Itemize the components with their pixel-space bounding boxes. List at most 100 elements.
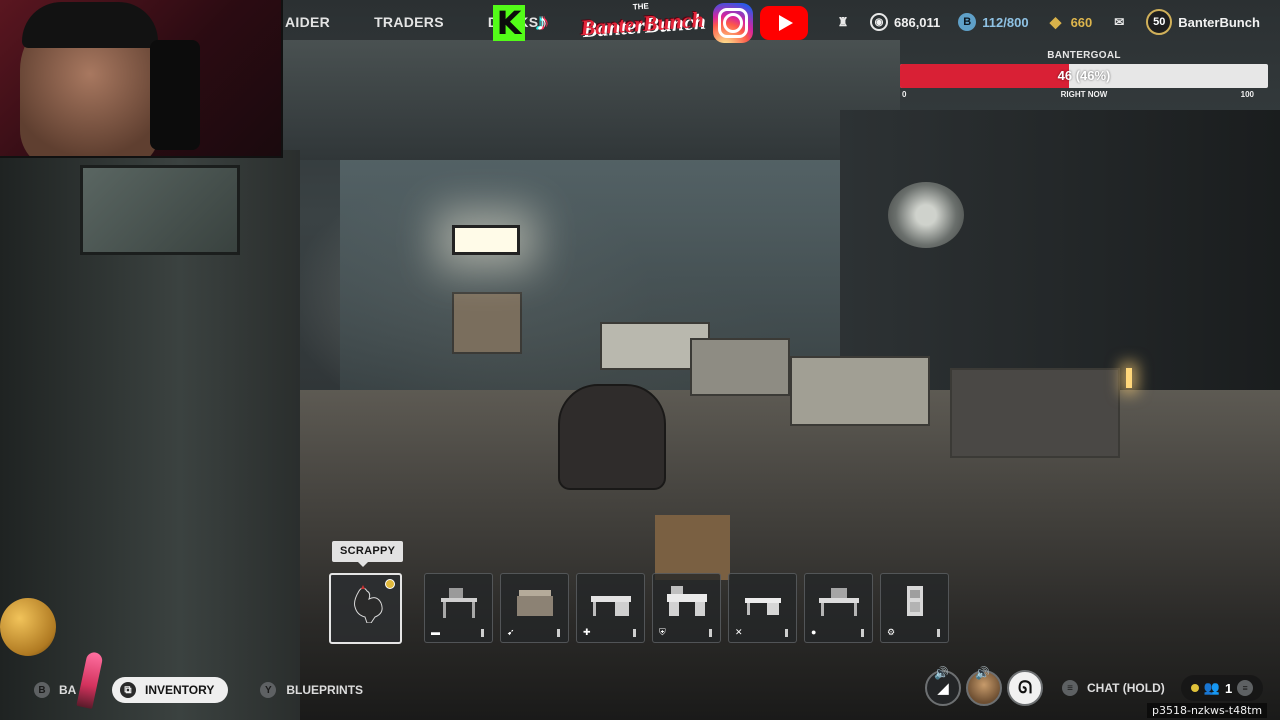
goal-value: 46 (46%)	[1057, 68, 1111, 83]
voice-player-1[interactable]: 🔊 ◢	[925, 666, 961, 706]
party-indicator[interactable]: 👥 1 ≡	[1180, 675, 1264, 701]
refiner-icon	[891, 582, 939, 622]
profile[interactable]: 50 BanterBunch	[1146, 9, 1260, 35]
chat-hold-button[interactable]: ≡ CHAT (HOLD)	[1062, 680, 1165, 696]
coins-display: ◉ 686,011	[870, 13, 940, 31]
explosives-mini-icon: ●	[811, 627, 817, 637]
y-button-glyph: Y	[260, 682, 277, 698]
back-label: BA	[59, 683, 77, 697]
session-id: p3518-nzkws-t48tm	[1147, 703, 1268, 718]
desk	[690, 338, 790, 396]
blueprints-button[interactable]: Y BLUEPRINTS	[260, 682, 363, 698]
credits-display: ◆ 660	[1047, 13, 1093, 31]
shelf-unit	[452, 292, 522, 354]
rank-icon[interactable]: ♜	[834, 13, 852, 31]
dark-workbench	[950, 368, 1120, 458]
slot-tick	[481, 629, 484, 637]
slot-tick	[557, 629, 560, 637]
goal-scale: 0 RIGHT NOW 100	[900, 90, 1268, 102]
level-badge: 50	[1146, 9, 1173, 35]
instagram-logo	[713, 3, 753, 43]
speaker-icon: 🔊	[934, 666, 949, 680]
inventory-label: INVENTORY	[145, 683, 215, 697]
tokens-value: 112/800	[982, 14, 1029, 30]
credits-icon: ◆	[1049, 14, 1062, 31]
goal-caption: RIGHT NOW	[1060, 90, 1108, 99]
username: BanterBunch	[1178, 14, 1260, 30]
new-badge	[385, 579, 395, 589]
left-window	[80, 165, 240, 255]
goal-max: 100	[1240, 90, 1254, 99]
youtube-logo	[760, 6, 808, 40]
party-count: 1	[1224, 680, 1233, 696]
tiktok-logo: ♪	[536, 9, 548, 36]
menu-button-glyph: ≡	[1062, 680, 1078, 696]
shield-icon	[663, 582, 711, 622]
speaker-icon: 🔊	[975, 666, 990, 680]
rooster-icon	[341, 583, 389, 624]
slot-tick	[861, 629, 864, 637]
hotbar-slot-refiner[interactable]: ⚙	[880, 573, 949, 643]
refiner-mini-icon: ⚙	[887, 627, 896, 637]
nav-raider[interactable]: AIDER	[283, 14, 352, 30]
tokens-display: B 112/800	[958, 13, 1029, 31]
candle	[1126, 368, 1132, 388]
globe	[0, 598, 56, 656]
medical-icon	[587, 582, 635, 622]
tools-icon	[739, 582, 787, 622]
slot-tick	[633, 629, 636, 637]
item-tooltip: SCRAPPY	[332, 541, 404, 567]
goal-bar: 46 (46%)	[900, 64, 1268, 88]
slot-tick	[709, 629, 712, 637]
hotbar-slot-gear[interactable]: ⛨	[652, 573, 721, 643]
inventory-button[interactable]: ⧉ INVENTORY	[112, 677, 229, 703]
kick-logo: K	[493, 5, 525, 41]
chat-label: CHAT (HOLD)	[1087, 681, 1165, 695]
party-member-icon: ◢	[937, 680, 949, 697]
view-button-glyph: ⧉	[120, 682, 136, 698]
utility-mini-icon: ✕	[735, 627, 743, 637]
ceiling	[280, 40, 900, 160]
slot-tick	[937, 629, 940, 637]
token-icon: B	[958, 13, 977, 31]
brand-emblem-icon[interactable]: ᘏ	[1007, 670, 1043, 706]
credits-value: 660	[1070, 14, 1093, 30]
banter-goal: BANTERGOAL 46 (46%) 0 RIGHT NOW 100	[900, 50, 1268, 102]
party-menu-icon: ≡	[1237, 680, 1254, 696]
hotbar-slot-explosives[interactable]: ●	[804, 573, 873, 643]
online-dot	[1190, 684, 1199, 692]
ceiling-lamp	[452, 225, 520, 255]
coins-value: 686,011	[894, 14, 941, 30]
people-icon: 👥	[1203, 680, 1220, 695]
hotbar-slot-gunsmith[interactable]: ➹	[500, 573, 569, 643]
currency-bar: ♜ ◉ 686,011 B 112/800 ◆ 660 ✉ 50 BanterB…	[834, 7, 1260, 37]
streamer-cap	[22, 2, 158, 48]
blueprints-label: BLUEPRINTS	[286, 683, 364, 697]
bomb-icon	[815, 582, 863, 622]
slot-tick	[785, 629, 788, 637]
social-bar: 🔊 ◢ 🔊 ᘏ ≡ CHAT (HOLD) 👥 1 ≡	[925, 666, 1264, 708]
microphone	[150, 40, 200, 150]
voice-player-2[interactable]: 🔊	[966, 666, 1002, 706]
hotbar-slot-medical[interactable]: ✚	[576, 573, 645, 643]
armchair	[558, 384, 666, 490]
long-desk	[790, 356, 930, 426]
coin-icon: ◉	[870, 13, 888, 31]
hotbar-slot-rooster[interactable]	[329, 573, 402, 644]
surgical-light	[888, 182, 964, 248]
bench-icon	[435, 582, 483, 622]
goal-title: BANTERGOAL	[1047, 50, 1121, 61]
mail-icon[interactable]: ✉	[1110, 13, 1128, 31]
webcam-overlay	[0, 0, 283, 158]
instagram-ring	[723, 13, 743, 33]
gun-icon	[511, 582, 559, 622]
hotbar-slot-workbench[interactable]: ▬	[424, 573, 493, 643]
b-button-glyph: B	[34, 682, 50, 698]
crate	[655, 515, 730, 580]
hotbar-slot-utility[interactable]: ✕	[728, 573, 797, 643]
bench-mini-icon: ▬	[431, 627, 440, 637]
nav-traders[interactable]: TRADERS	[352, 14, 466, 30]
back-button[interactable]: B BA	[34, 682, 112, 698]
gear-mini-icon: ⛨	[659, 627, 666, 637]
play-icon	[779, 15, 793, 31]
